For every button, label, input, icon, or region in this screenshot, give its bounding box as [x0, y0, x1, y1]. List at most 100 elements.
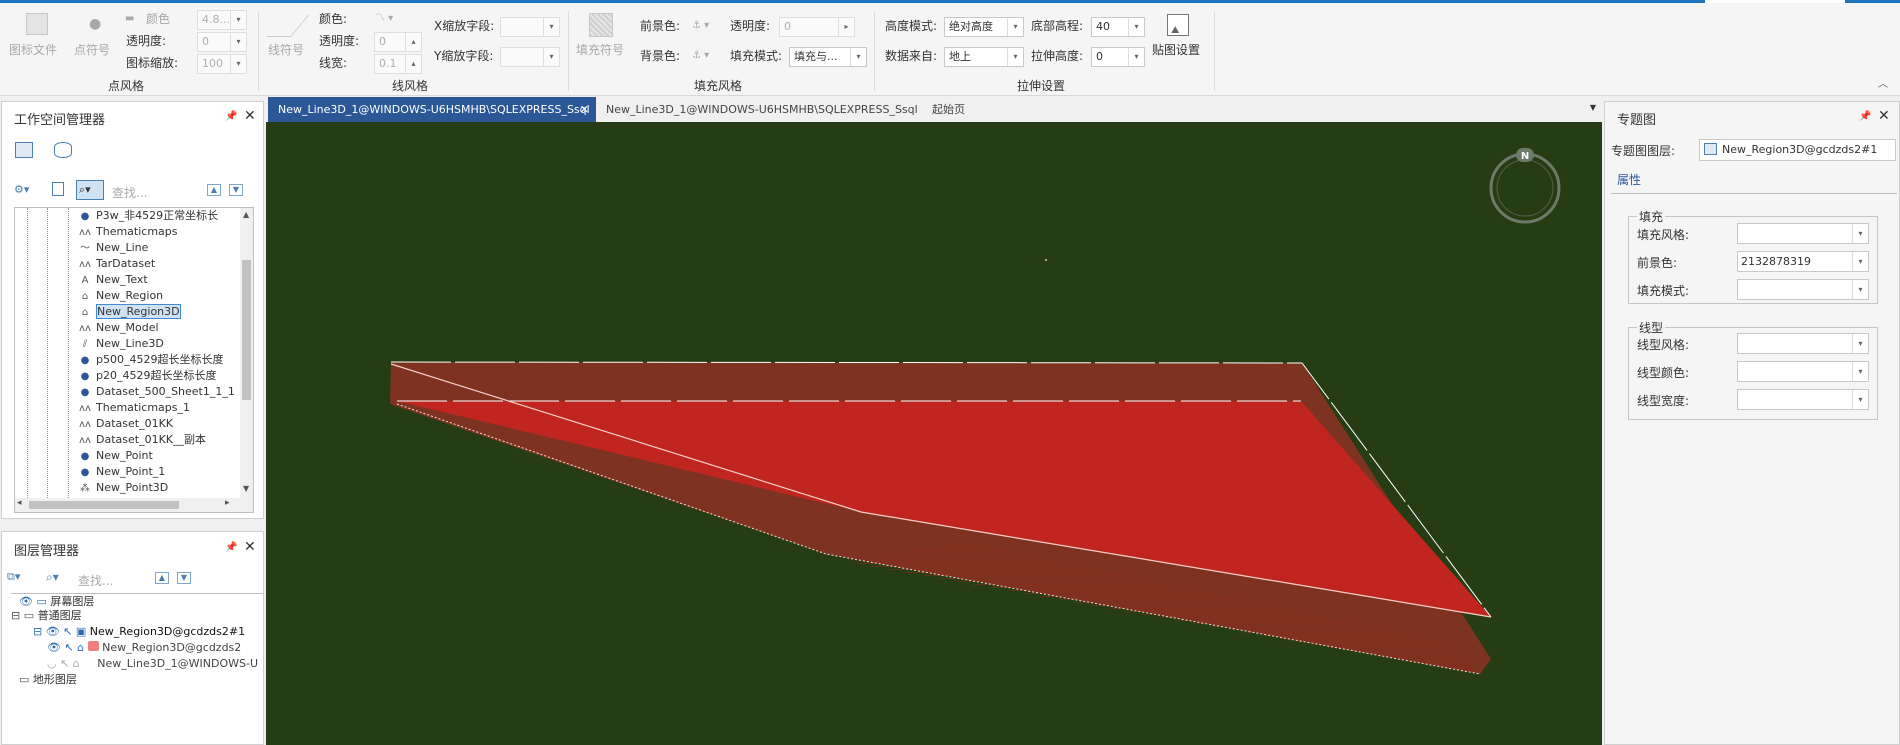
line-layer-node[interactable]: ◡ ↖ ⌂ New_Line3D_1@WINDOWS-U: [47, 656, 258, 672]
workspace-item[interactable]: ⫽ New_Line3D: [78, 336, 164, 352]
separator: [258, 11, 259, 91]
tab-scene-active[interactable]: New_Line3D_1@WINDOWS-U6HSMHB\SQLEXPRESS_…: [268, 97, 596, 122]
workspace-item[interactable]: ᴧᴧ Dataset_01KK__副本: [78, 432, 206, 448]
workspace-item[interactable]: A New_Text: [78, 272, 148, 288]
workspace-item[interactable]: ● New_Point_1: [78, 464, 166, 480]
add-layer-icon[interactable]: ⧉▾: [7, 570, 20, 584]
workspace-item-label: TarDataset: [96, 257, 156, 270]
workspace-item-label: Dataset_01KK: [96, 417, 173, 430]
database-icon[interactable]: [54, 142, 72, 158]
arrow-down-icon[interactable]: ▼: [177, 572, 191, 584]
workspace-item-label: Thematicmaps: [96, 225, 178, 238]
line-transparency-field[interactable]: 0 ▴: [374, 32, 422, 52]
document-icon[interactable]: [52, 182, 64, 196]
close-icon[interactable]: ✕: [244, 108, 256, 124]
theme-layer-field[interactable]: New_Region3D@gcdzds2#1: [1699, 139, 1896, 161]
arrow-up-icon[interactable]: ▲: [155, 572, 169, 584]
workspace-item[interactable]: ᴧᴧ Thematicmaps_1: [78, 400, 190, 416]
point-transparency-field[interactable]: 0 ▾: [197, 32, 247, 52]
workspace-item[interactable]: ● p20_4529超长坐标长度: [78, 368, 217, 384]
workspace-item[interactable]: 〜 New_Line: [78, 240, 148, 256]
layer-icon: [1704, 143, 1717, 155]
arrow-down-icon[interactable]: ▼: [229, 184, 243, 196]
pin-icon[interactable]: 📌: [225, 111, 237, 122]
y-scale-field[interactable]: ▾: [500, 47, 560, 67]
fill-bg-picker[interactable]: ⚓ ▾: [692, 48, 709, 64]
x-scale-field[interactable]: ▾: [500, 17, 560, 37]
line-width-field[interactable]: 0.1 ▴: [374, 54, 422, 74]
line-color-select[interactable]: ▾: [1737, 361, 1869, 382]
height-mode-select[interactable]: 绝对高度 ▾: [944, 17, 1024, 37]
workspace-tree-icon[interactable]: [15, 142, 33, 158]
collapse-ribbon-icon[interactable]: ︿: [1878, 77, 1888, 93]
line-width-select[interactable]: ▾: [1737, 389, 1869, 410]
arrow-up-icon[interactable]: ▲: [207, 184, 221, 196]
workspace-item[interactable]: ᴧᴧ TarDataset: [78, 256, 155, 272]
workspace-item[interactable]: ᴧᴧ New_Model: [78, 320, 159, 336]
compass-icon[interactable]: N: [1489, 148, 1561, 224]
thematic-icon: ᴧᴧ: [79, 419, 91, 430]
screen-layers-label: 屏幕图层: [50, 595, 95, 608]
fill-mode-select[interactable]: ▾: [1737, 279, 1869, 300]
normal-layers-node[interactable]: ⊟ ▭ 普通图层: [11, 608, 82, 624]
fg-color-select[interactable]: 2132878319 ▾: [1737, 251, 1869, 272]
workspace-tree: ● P3w_非4529正常坐标长 ᴧᴧ Thematicmaps 〜 New_Line ᴧᴧ…: [14, 207, 254, 513]
fill-mode-select[interactable]: 填充与... ▾: [789, 47, 867, 67]
tab-scene[interactable]: New_Line3D_1@WINDOWS-U6HSMHB\SQLEXPRESS_…: [596, 97, 918, 122]
tab-start-page[interactable]: 起始页: [922, 97, 992, 122]
line-symbol-button[interactable]: 线符号: [268, 42, 304, 58]
normal-layers-label: 普通图层: [37, 609, 82, 622]
close-icon[interactable]: ✕: [1878, 108, 1890, 124]
fill-mode-label: 填充模式:: [730, 49, 783, 63]
fill-symbol-button[interactable]: 填充符号: [576, 42, 624, 58]
workspace-item-label: New_Model: [96, 321, 159, 334]
region-layer-node[interactable]: 👁 ↖ ⌂ New_Region3D@gcdzds2: [47, 640, 241, 656]
workspace-item[interactable]: ● Dataset_500_Sheet1_1_1: [78, 384, 235, 400]
close-icon[interactable]: ✕: [580, 97, 589, 122]
workspace-item[interactable]: ᴧᴧ Thematicmaps: [78, 224, 178, 240]
workspace-item[interactable]: ● P3w_非4529正常坐标长: [78, 208, 219, 224]
fill-transparency-field[interactable]: 0 ▸: [779, 17, 855, 37]
line-style-select[interactable]: ▾: [1737, 333, 1869, 354]
vertical-scrollbar[interactable]: ▲ ▼: [240, 208, 253, 498]
icon-scale-field[interactable]: 100 ▾: [197, 54, 247, 74]
search-icon[interactable]: ⌕▾: [46, 570, 59, 585]
workspace-item[interactable]: ● New_Point: [78, 448, 153, 464]
workspace-item-label: New_Point_1: [96, 465, 166, 478]
workspace-item[interactable]: ● p500_4529超长坐标长度: [78, 352, 224, 368]
workspace-item[interactable]: ᴧᴧ Dataset_01KK: [78, 416, 173, 432]
data-source-select[interactable]: 地上 ▾: [944, 47, 1024, 67]
workspace-item[interactable]: ⁂ New_Point3D: [78, 480, 168, 496]
fill-fg-picker[interactable]: ⚓ ▾: [692, 18, 709, 34]
base-height-field[interactable]: 40 ▾: [1091, 17, 1145, 37]
search-icon[interactable]: ⌕▾: [76, 180, 104, 200]
point-size-field[interactable]: 4.8... ▾: [197, 10, 247, 30]
workspace-item[interactable]: ⌂ New_Region: [78, 288, 163, 304]
point-symbol-button[interactable]: 点符号: [74, 42, 110, 58]
close-icon[interactable]: ✕: [244, 539, 256, 555]
pin-icon[interactable]: 📌: [225, 542, 237, 553]
layer-search-input[interactable]: 查找...: [78, 572, 113, 589]
scene-view[interactable]: N: [266, 122, 1602, 745]
theme-layer-node[interactable]: ⊟ 👁 ↖ ▣ New_Region3D@gcdzds2#1: [33, 624, 245, 640]
line-color-picker[interactable]: 〽 ▾: [375, 11, 393, 27]
line-icon: 〜: [80, 243, 90, 254]
separator: [874, 11, 875, 91]
fill-symbol-icon: [589, 13, 613, 37]
pin-icon[interactable]: 📌: [1859, 111, 1871, 122]
fill-style-select[interactable]: ▾: [1737, 223, 1869, 244]
new-workspace-icon[interactable]: ⚙▾: [14, 183, 29, 196]
symbol-file-button[interactable]: 图标文件: [9, 42, 57, 58]
horizontal-scrollbar[interactable]: ◂ ▸: [15, 498, 253, 512]
icon-scale-label: 图标缩放:: [126, 56, 179, 70]
workspace-item[interactable]: ⌂ New_Region3D: [78, 304, 181, 320]
extrude-height-field[interactable]: 0 ▾: [1091, 47, 1145, 67]
tab-list-icon[interactable]: ▼: [1590, 103, 1596, 112]
properties-tab[interactable]: 属性: [1617, 171, 1641, 188]
extrude-height-label: 拉伸高度:: [1031, 49, 1084, 63]
workspace-search-input[interactable]: 查找...: [112, 184, 147, 201]
point-color-button[interactable]: 颜色: [146, 11, 170, 27]
scene-point: [1045, 259, 1047, 261]
terrain-layers-node[interactable]: ▭ 地形图层: [19, 672, 77, 688]
texture-settings-button[interactable]: 贴图设置: [1152, 42, 1200, 58]
